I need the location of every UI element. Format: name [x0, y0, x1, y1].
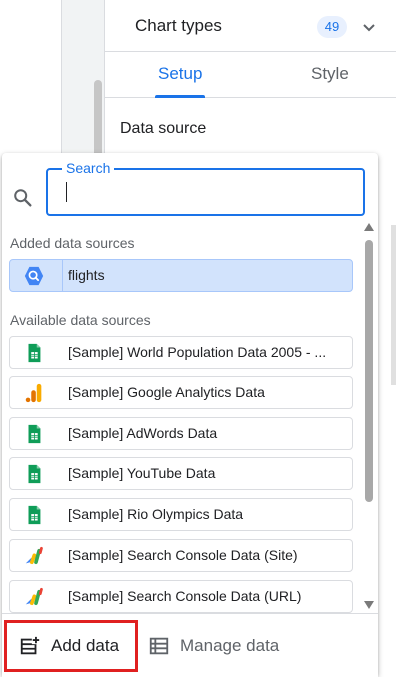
active-tab-indicator [155, 95, 205, 98]
added-source-flights[interactable]: flights [9, 259, 353, 292]
add-data-icon [20, 635, 41, 655]
list-item-label: [Sample] Search Console Data (Site) [68, 547, 298, 563]
tab-style[interactable]: Style [311, 64, 349, 84]
list-item[interactable]: [Sample] Google Analytics Data [9, 376, 353, 409]
google-sheets-icon [28, 505, 41, 525]
list-item-label: [Sample] AdWords Data [68, 425, 218, 441]
google-sheets-icon [28, 464, 41, 484]
list-item[interactable]: [Sample] World Population Data 2005 - ..… [9, 336, 353, 369]
bigquery-icon [24, 266, 44, 286]
data-source-heading: Data source [120, 120, 207, 137]
list-item-label: [Sample] World Population Data 2005 - ..… [68, 344, 327, 360]
tab-setup[interactable]: Setup [158, 64, 202, 84]
list-item-label: [Sample] Google Analytics Data [68, 384, 265, 400]
added-sources-heading: Added data sources [10, 235, 135, 251]
panel-tabs: Setup Style [105, 52, 396, 98]
search-console-icon [25, 587, 43, 606]
scrollbar-thumb[interactable] [365, 240, 373, 502]
list-item-label: flights [68, 267, 105, 283]
search-field[interactable]: Search [46, 160, 365, 216]
data-source-picker: Search Added data sources flights Availa… [2, 153, 378, 677]
manage-data-label: Manage data [180, 636, 280, 655]
picker-footer: Add data Manage data [2, 613, 378, 677]
google-sheets-icon [28, 343, 41, 363]
manage-data-icon [149, 637, 169, 655]
list-item[interactable]: [Sample] AdWords Data [9, 417, 353, 450]
scroll-down-arrow-icon[interactable] [364, 601, 374, 609]
item-icon-cell [10, 260, 63, 291]
text-cursor [66, 182, 67, 202]
google-sheets-icon [28, 424, 41, 444]
add-data-label: Add data [51, 636, 120, 655]
search-icon [14, 189, 32, 207]
list-item-label: [Sample] Rio Olympics Data [68, 506, 244, 522]
chevron-down-icon[interactable] [361, 20, 377, 36]
chart-count-badge: 49 [317, 16, 347, 38]
panel-title: Chart types [135, 16, 222, 35]
google-analytics-icon [25, 383, 42, 403]
manage-data-button[interactable]: Manage data [144, 620, 304, 672]
app-window: Chart types 49 Setup Style Data source S… [0, 0, 396, 677]
list-item-label: [Sample] YouTube Data [68, 465, 216, 481]
available-sources-heading: Available data sources [10, 312, 151, 328]
list-item[interactable]: [Sample] Search Console Data (URL) [9, 580, 353, 613]
search-field-label: Search [62, 160, 115, 176]
chart-types-header[interactable]: Chart types 49 [105, 0, 396, 52]
list-scrollbar[interactable] [362, 221, 376, 613]
scroll-up-arrow-icon[interactable] [364, 223, 374, 231]
search-input[interactable] [62, 181, 352, 205]
add-data-button[interactable]: Add data [4, 620, 138, 672]
list-item[interactable]: [Sample] Search Console Data (Site) [9, 539, 353, 572]
list-item[interactable]: [Sample] Rio Olympics Data [9, 498, 353, 531]
list-item[interactable]: [Sample] YouTube Data [9, 457, 353, 490]
search-console-icon [25, 546, 43, 565]
panel-scrollbar[interactable] [391, 225, 396, 385]
list-item-label: [Sample] Search Console Data (URL) [68, 588, 302, 604]
